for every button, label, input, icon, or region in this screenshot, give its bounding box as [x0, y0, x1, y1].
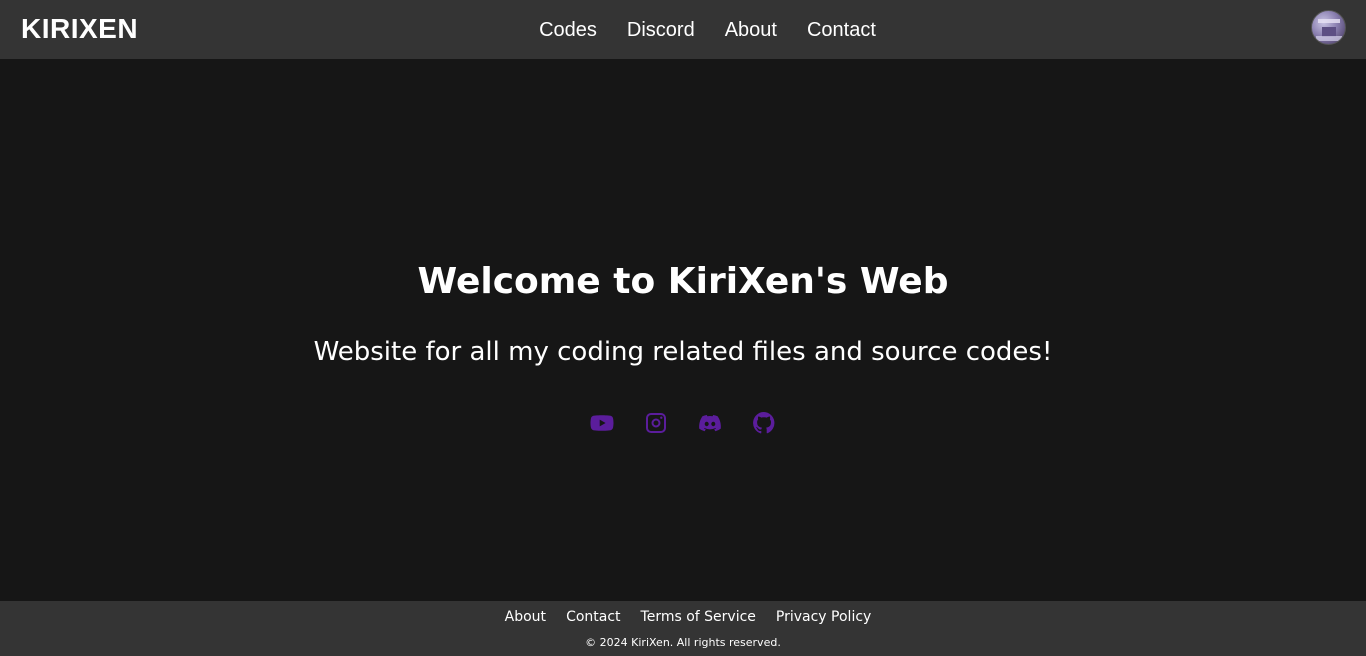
footer-link-privacy[interactable]: Privacy Policy — [776, 607, 871, 627]
github-icon — [753, 412, 775, 434]
avatar-detail — [1318, 19, 1340, 23]
main-nav: Codes Discord About Contact — [0, 0, 1366, 59]
page-subtitle: Website for all my coding related files … — [313, 337, 1053, 367]
youtube-icon — [590, 415, 614, 431]
social-links — [0, 410, 1366, 436]
youtube-link[interactable] — [589, 410, 615, 436]
top-navbar: KIRIXEN Codes Discord About Contact — [0, 0, 1366, 59]
footer-link-contact[interactable]: Contact — [566, 607, 620, 627]
copyright-text: © 2024 KiriXen. All rights reserved. — [585, 636, 781, 649]
instagram-icon — [646, 413, 666, 433]
instagram-link[interactable] — [643, 410, 669, 436]
user-avatar[interactable] — [1311, 10, 1346, 45]
page-title: Welcome to KiriXen's Web — [417, 261, 949, 302]
nav-link-discord[interactable]: Discord — [627, 18, 695, 42]
nav-link-about[interactable]: About — [725, 18, 777, 42]
nav-link-contact[interactable]: Contact — [807, 18, 876, 42]
github-link[interactable] — [751, 410, 777, 436]
discord-link[interactable] — [697, 410, 723, 436]
avatar-detail — [1316, 36, 1342, 41]
footer-link-terms[interactable]: Terms of Service — [641, 607, 756, 627]
nav-link-codes[interactable]: Codes — [539, 18, 597, 42]
discord-icon — [699, 415, 721, 432]
footer-link-about[interactable]: About — [505, 607, 546, 627]
footer-links: About Contact Terms of Service Privacy P… — [0, 607, 1366, 627]
